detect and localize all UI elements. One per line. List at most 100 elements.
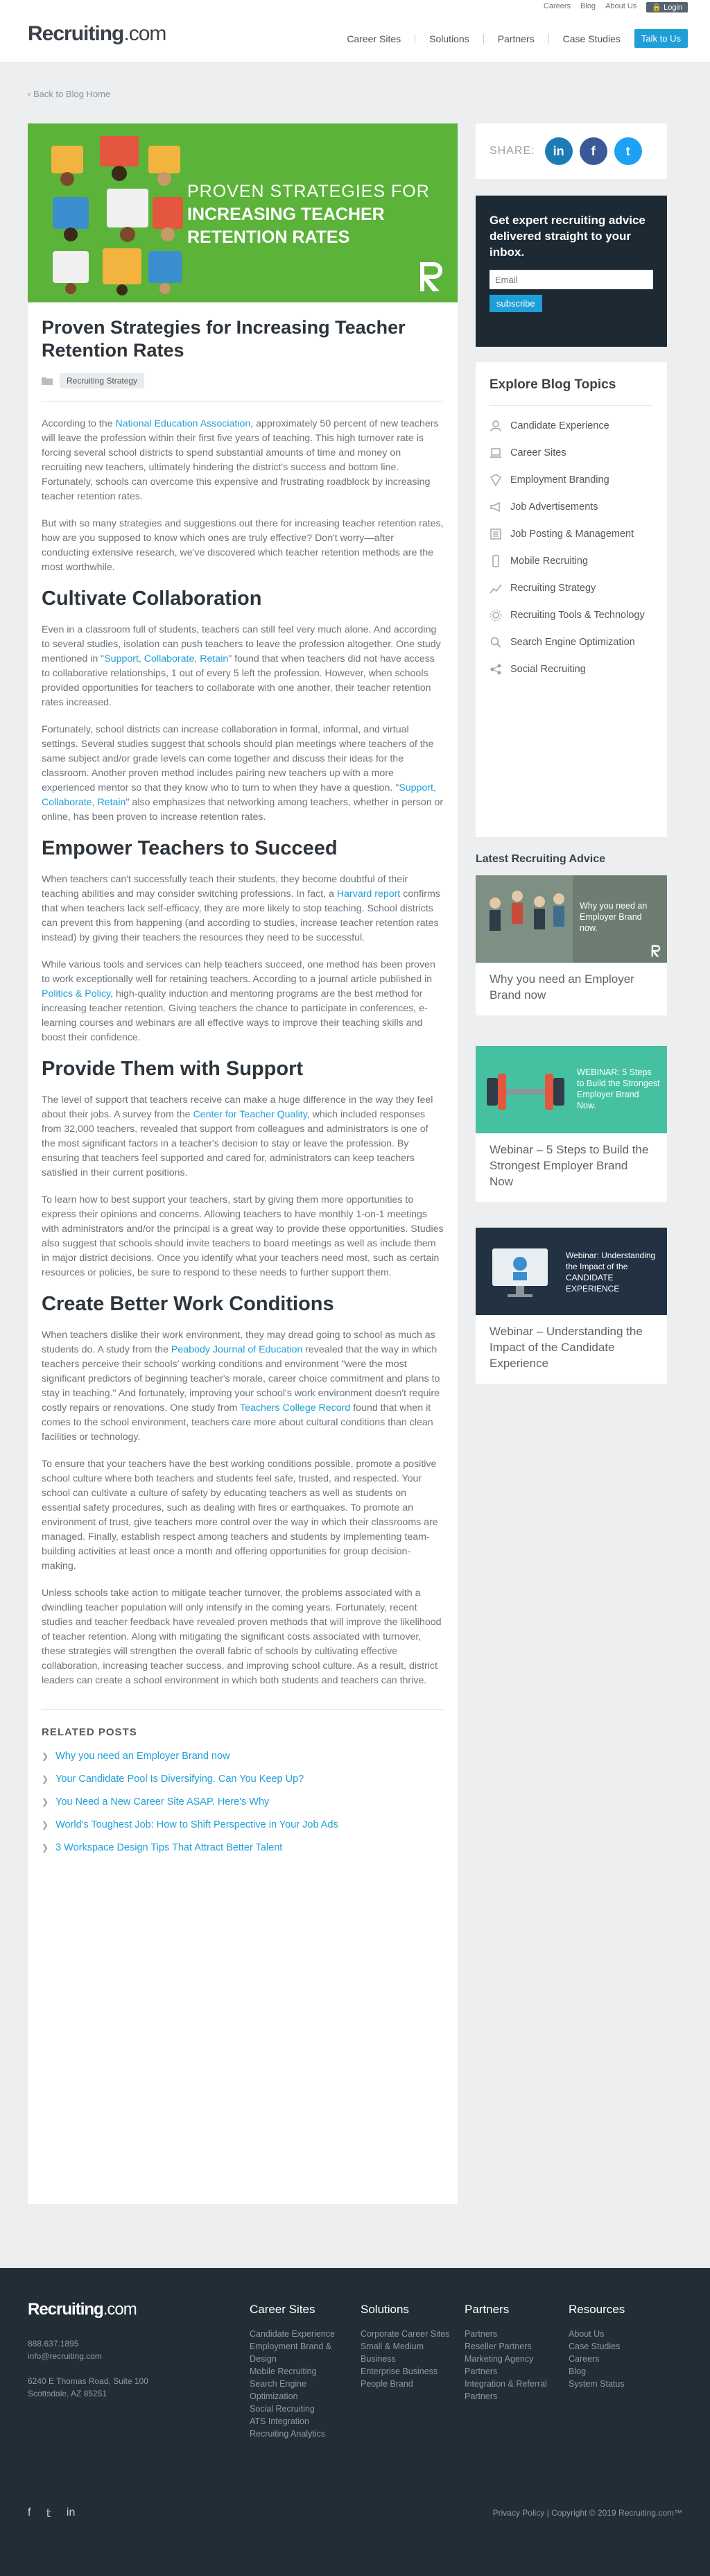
chevron-right-icon: ❯ bbox=[42, 1843, 49, 1853]
nav-case-studies[interactable]: Case Studies bbox=[563, 33, 621, 44]
paragraph: Unless schools take action to mitigate t… bbox=[42, 1586, 444, 1688]
topic-link[interactable]: Mobile Recruiting bbox=[490, 555, 653, 568]
nav-career-sites[interactable]: Career Sites bbox=[347, 33, 401, 44]
candidate-experience-thumbnail: Webinar: Understanding the Impact of the… bbox=[476, 1228, 667, 1315]
footer-link[interactable]: Integration & Referral Partners bbox=[465, 2378, 562, 2403]
related-posts-list: ❯ Why you need an Employer Brand now ❯ Your… bbox=[42, 1751, 444, 1853]
facebook-icon[interactable]: f bbox=[28, 2507, 31, 2521]
footer-link[interactable]: Mobile Recruiting bbox=[250, 2365, 347, 2378]
category-tag[interactable]: Recruiting Strategy bbox=[60, 373, 145, 388]
related-post-link[interactable]: ❯ World's Toughest Job: How to Shift Pers… bbox=[42, 1819, 444, 1830]
topic-link[interactable]: Job Posting & Management bbox=[490, 528, 653, 541]
twitter-icon[interactable]: t bbox=[614, 137, 642, 165]
folder-icon bbox=[42, 377, 53, 385]
paragraph-text: Unless schools take action to mitigate t… bbox=[42, 1588, 442, 1686]
related-post-title: 3 Workspace Design Tips That Attract Bet… bbox=[55, 1842, 283, 1853]
nav-partners[interactable]: Partners bbox=[498, 33, 535, 44]
footer-link[interactable]: ATS Integration bbox=[250, 2415, 347, 2428]
logo-text: Recruiting bbox=[28, 22, 124, 45]
linkedin-icon[interactable]: in bbox=[544, 137, 573, 165]
related-post-link[interactable]: ❯ Your Candidate Pool Is Diversifying. Ca… bbox=[42, 1774, 444, 1785]
topic-link[interactable]: Search Engine Optimization bbox=[490, 636, 653, 649]
monitor-illustration bbox=[492, 1248, 548, 1297]
topic-link[interactable]: Recruiting Tools & Technology bbox=[490, 609, 653, 622]
latest-card[interactable]: Why you need an Employer Brand now. Why … bbox=[476, 875, 667, 1015]
topic-link[interactable]: Recruiting Strategy bbox=[490, 582, 653, 595]
footer-link[interactable]: Candidate Experience bbox=[250, 2328, 347, 2340]
article-card: PROVEN STRATEGIES FOR INCREASING TEACHER… bbox=[28, 123, 458, 2204]
footer-link[interactable]: About Us bbox=[569, 2328, 666, 2340]
inline-link[interactable]: Center for Teacher Quality bbox=[193, 1109, 306, 1120]
thumbnail-caption: Why you need an Employer Brand now. bbox=[580, 901, 648, 933]
talk-to-us-button[interactable]: Talk to Us bbox=[634, 29, 688, 48]
footer-link[interactable]: Employment Brand & Design bbox=[250, 2340, 347, 2365]
footer-link[interactable]: Blog bbox=[569, 2365, 666, 2378]
paragraph-text: According to the bbox=[42, 418, 116, 429]
chevron-right-icon: ❯ bbox=[42, 1797, 49, 1807]
linkedin-icon[interactable]: in bbox=[67, 2507, 75, 2521]
topic-link[interactable]: Employment Branding bbox=[490, 474, 653, 487]
footer-link[interactable]: Search Engine Optimization bbox=[250, 2378, 347, 2403]
related-post-link[interactable]: ❯ You Need a New Career Site ASAP. Here's… bbox=[42, 1796, 444, 1808]
inline-link[interactable]: Teachers College Record bbox=[240, 1402, 350, 1414]
nav-solutions[interactable]: Solutions bbox=[429, 33, 469, 44]
footer-link[interactable]: Partners bbox=[465, 2328, 562, 2340]
footer-link[interactable]: System Status bbox=[569, 2378, 666, 2390]
login-button[interactable]: 🔒 Login bbox=[646, 2, 688, 12]
topic-label: Mobile Recruiting bbox=[510, 556, 589, 567]
related-post-title: World's Toughest Job: How to Shift Persp… bbox=[55, 1819, 338, 1830]
careers-link[interactable]: Careers bbox=[544, 2, 571, 12]
footer-email[interactable]: info@recruiting.com bbox=[28, 2350, 148, 2362]
paragraph: Even in a classroom full of students, te… bbox=[42, 623, 444, 710]
about-link[interactable]: About Us bbox=[605, 2, 637, 12]
inline-link[interactable]: Politics & Policy bbox=[42, 988, 110, 999]
footer-link[interactable]: Careers bbox=[569, 2353, 666, 2365]
related-post-title: Why you need an Employer Brand now bbox=[55, 1751, 230, 1762]
inline-link[interactable]: Peabody Journal of Education bbox=[171, 1344, 302, 1355]
section-heading: Cultivate Collaboration bbox=[42, 587, 262, 610]
nav-divider bbox=[548, 33, 549, 44]
section-heading: Empower Teachers to Succeed bbox=[42, 837, 338, 859]
footer-link[interactable]: Social Recruiting bbox=[250, 2403, 347, 2415]
related-post-link[interactable]: ❯ 3 Workspace Design Tips That Attract Be… bbox=[42, 1842, 444, 1853]
topic-label: Candidate Experience bbox=[510, 420, 609, 431]
latest-card[interactable]: Webinar: Understanding the Impact of the… bbox=[476, 1228, 667, 1384]
paragraph: Fortunately, school districts can increa… bbox=[42, 723, 444, 825]
inline-link[interactable]: National Education Association bbox=[115, 418, 250, 429]
footer-logo[interactable]: Recruiting.com bbox=[28, 2300, 137, 2319]
topic-label: Recruiting Tools & Technology bbox=[510, 610, 645, 621]
related-post-link[interactable]: ❯ Why you need an Employer Brand now bbox=[42, 1751, 444, 1762]
topic-link[interactable]: Career Sites bbox=[490, 447, 653, 460]
footer-contact: 888.637.1895 info@recruiting.com 6240 E … bbox=[28, 2337, 148, 2400]
footer-link[interactable]: People Brand bbox=[361, 2378, 458, 2390]
footer-link[interactable]: Corporate Career Sites bbox=[361, 2328, 458, 2340]
footer-link[interactable]: Enterprise Business bbox=[361, 2365, 458, 2378]
blog-link[interactable]: Blog bbox=[580, 2, 596, 12]
paragraph-text: While various tools and services can hel… bbox=[42, 959, 435, 985]
inline-link[interactable]: Harvard report bbox=[337, 888, 400, 900]
footer-column: Resources About Us Case Studies Careers Blog… bbox=[569, 2303, 666, 2390]
topic-link[interactable]: Job Advertisements bbox=[490, 501, 653, 514]
topic-link[interactable]: Social Recruiting bbox=[490, 663, 653, 676]
latest-card[interactable]: WEBINAR: 5 Steps to Build the Strongest … bbox=[476, 1046, 667, 1202]
paragraph-text: But with so many strategies and suggesti… bbox=[42, 518, 444, 573]
thumbnail-caption: WEBINAR: 5 Steps to Build the Strongest … bbox=[577, 1067, 660, 1110]
footer-link[interactable]: Marketing Agency Partners bbox=[465, 2353, 562, 2378]
topic-link[interactable]: Candidate Experience bbox=[490, 420, 653, 433]
footer-phone[interactable]: 888.637.1895 bbox=[28, 2337, 148, 2350]
back-to-blog-link[interactable]: ‹ Back to Blog Home bbox=[28, 89, 110, 99]
inline-link[interactable]: Support, Collaborate, Retain bbox=[104, 653, 228, 664]
section-heading: Provide Them with Support bbox=[42, 1058, 304, 1080]
footer-link[interactable]: Reseller Partners bbox=[465, 2340, 562, 2353]
footer-column: Partners Partners Reseller Partners Marketi… bbox=[465, 2303, 562, 2403]
footer-link[interactable]: Recruiting Analytics bbox=[250, 2428, 347, 2440]
footer-link[interactable]: Case Studies bbox=[569, 2340, 666, 2353]
footer-link[interactable]: Small & Medium Business bbox=[361, 2340, 458, 2365]
subscribe-button[interactable]: subscribe bbox=[490, 295, 542, 312]
twitter-icon[interactable]: 𝕥 bbox=[46, 2507, 51, 2521]
facebook-icon[interactable]: f bbox=[579, 137, 607, 165]
site-header: Recruiting.com Career Sites Solutions Pa… bbox=[0, 14, 710, 62]
footer-column-heading: Resources bbox=[569, 2303, 625, 2316]
site-logo[interactable]: Recruiting.com bbox=[28, 22, 166, 46]
email-field[interactable] bbox=[490, 270, 653, 289]
